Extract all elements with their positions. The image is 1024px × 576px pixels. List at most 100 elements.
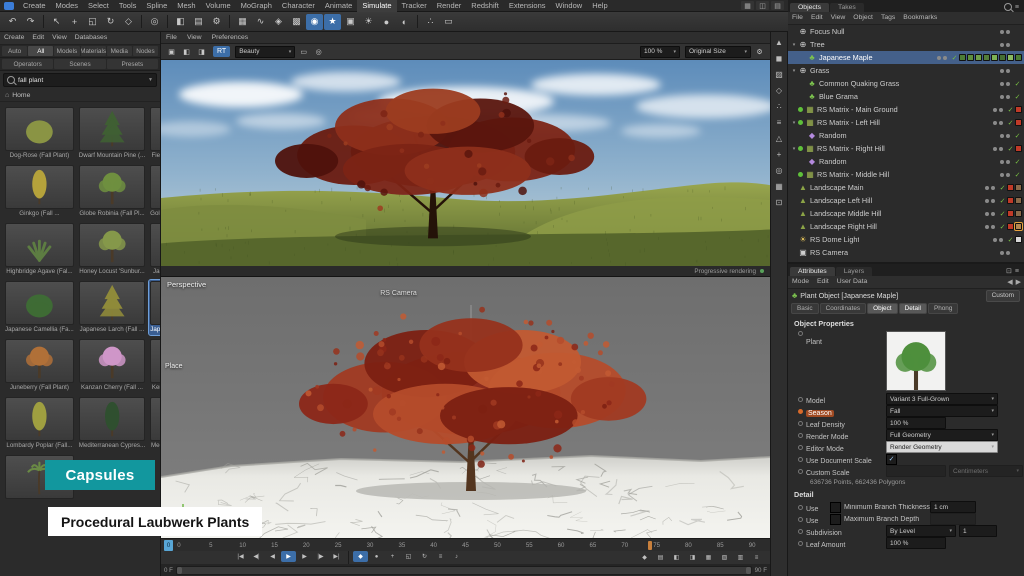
plant-item-japanese-camellia-fa[interactable]: Japanese Camellia (Fa... xyxy=(4,280,75,335)
polygons-mode-icon[interactable]: △ xyxy=(772,131,787,145)
search-input[interactable]: fall plant xyxy=(18,77,145,84)
visibility-dots[interactable] xyxy=(1000,82,1010,86)
editor-visibility-dot[interactable] xyxy=(993,121,997,125)
range-slider[interactable] xyxy=(176,566,752,575)
plant-item-golden-weeping-willo[interactable]: Golden Weeping Willo... xyxy=(149,164,160,219)
enable-check[interactable]: ✓ xyxy=(1013,93,1022,101)
renderview-menu-view[interactable]: View xyxy=(182,32,207,44)
next-key-icon[interactable]: |▶ xyxy=(313,551,328,562)
render-visibility-dot[interactable] xyxy=(999,121,1003,125)
editor-visibility-dot[interactable] xyxy=(1000,43,1004,47)
scale-icon[interactable]: ◱ xyxy=(84,14,101,30)
enable-check[interactable]: ✓ xyxy=(998,223,1007,231)
param-dot[interactable] xyxy=(798,505,803,510)
editor-visibility-dot[interactable] xyxy=(1000,69,1004,73)
param-number[interactable]: 1 xyxy=(959,525,997,537)
expander-icon[interactable]: ▾ xyxy=(790,120,798,126)
param-number[interactable]: 100 % xyxy=(886,417,946,429)
material-icon[interactable]: ● xyxy=(378,14,395,30)
region-render-icon[interactable]: ▭ xyxy=(297,46,310,58)
options-menu-icon[interactable]: ≡ xyxy=(749,552,764,563)
material-tag[interactable] xyxy=(1007,223,1014,230)
range-end-marker[interactable] xyxy=(648,541,652,550)
plant-item-highbridge-agave-fal[interactable]: Highbridge Agave (Fal... xyxy=(4,222,75,277)
render-view-icon[interactable]: ◧ xyxy=(172,14,189,30)
enable-check[interactable]: ✓ xyxy=(1013,80,1022,88)
enable-check[interactable]: ✓ xyxy=(998,197,1007,205)
viewport-label[interactable]: Perspective xyxy=(167,280,206,289)
preview-range-bar[interactable]: 0 F 90 F xyxy=(161,564,770,576)
section-tab-basic[interactable]: Basic xyxy=(791,303,819,314)
volume-icon[interactable]: ▩ xyxy=(288,14,305,30)
safe-frames-icon[interactable]: ▥ xyxy=(733,552,748,563)
objects-menu-edit[interactable]: Edit xyxy=(807,12,827,24)
render-visibility-dot[interactable] xyxy=(991,199,995,203)
key-record-icon[interactable]: ◆ xyxy=(353,551,368,562)
render-visibility-dot[interactable] xyxy=(1006,82,1010,86)
visibility-dots[interactable] xyxy=(993,121,1003,125)
render-visibility-dot[interactable] xyxy=(991,225,995,229)
goto-end-icon[interactable]: ▶| xyxy=(329,551,344,562)
menubar-item-volume[interactable]: Volume xyxy=(201,0,236,12)
plant-item-globe-robinia-fall-pl[interactable]: Globe Robinia (Fall Pl... xyxy=(78,164,146,219)
render-visibility-dot[interactable] xyxy=(1006,69,1010,73)
model-mode-icon[interactable]: ◼ xyxy=(772,51,787,65)
goto-start-icon[interactable]: |◀ xyxy=(233,551,248,562)
enable-check[interactable]: ✓ xyxy=(1006,236,1015,244)
autokey-icon[interactable]: ● xyxy=(369,551,384,562)
editor-visibility-dot[interactable] xyxy=(1000,134,1004,138)
editor-visibility-dot[interactable] xyxy=(985,212,989,216)
simulate-icon[interactable]: ★ xyxy=(324,14,341,30)
history-back-icon[interactable]: ◀ xyxy=(1007,278,1012,286)
render-visibility-dot[interactable] xyxy=(1006,251,1010,255)
layout-split-icon[interactable]: ◫ xyxy=(756,1,769,10)
param-unit-dropdown[interactable]: Centimeters xyxy=(949,465,1023,477)
timeline-ruler[interactable]: 0 051015202530354045505560657075808590 xyxy=(161,538,770,551)
fields-icon[interactable]: ◉ xyxy=(306,14,323,30)
visibility-dots[interactable] xyxy=(993,108,1003,112)
object-row-japanese-maple[interactable]: ♣Japanese Maple✓ xyxy=(788,51,1024,64)
enabled-dot[interactable] xyxy=(798,172,803,177)
menubar-item-mograph[interactable]: MoGraph xyxy=(236,0,277,12)
render-visibility-dot[interactable] xyxy=(1006,173,1010,177)
camera-icon[interactable]: ▣ xyxy=(342,14,359,30)
last-tool-icon[interactable]: ◇ xyxy=(120,14,137,30)
objects-menu-bookmarks[interactable]: Bookmarks xyxy=(899,12,941,24)
compare-icon[interactable]: ◨ xyxy=(685,552,700,563)
record-parameters-icon[interactable]: ≡ xyxy=(433,551,448,562)
enable-check[interactable]: ✓ xyxy=(1013,158,1022,166)
plant-item-kentia-palm-fall-pla[interactable]: Kentia Palm (Fall Pla... xyxy=(149,338,160,393)
hud-toggle-icon[interactable]: ▤ xyxy=(653,552,668,563)
object-row-landscape-middle-hill[interactable]: ▲Landscape Middle Hill✓ xyxy=(788,207,1024,220)
save-image-icon[interactable]: ▣ xyxy=(165,46,178,58)
object-row-rs-dome-light[interactable]: ☀RS Dome Light✓ xyxy=(788,233,1024,246)
objects-menu-tags[interactable]: Tags xyxy=(877,12,899,24)
material-tag[interactable] xyxy=(1015,54,1022,61)
environment-icon[interactable]: ◐ xyxy=(396,14,413,30)
compare-ab-icon[interactable]: ◨ xyxy=(195,46,208,58)
next-frame-icon[interactable]: ▶ xyxy=(297,551,312,562)
render-visibility-dot[interactable] xyxy=(999,238,1003,242)
object-row-landscape-right-hill[interactable]: ▲Landscape Right Hill✓ xyxy=(788,220,1024,233)
visibility-dots[interactable] xyxy=(993,238,1003,242)
section-tab-coordinates[interactable]: Coordinates xyxy=(820,303,866,314)
visibility-dots[interactable] xyxy=(937,56,947,60)
section-tab-phong[interactable]: Phong xyxy=(928,303,958,314)
snapshot-icon[interactable]: ◧ xyxy=(180,46,193,58)
visibility-dots[interactable] xyxy=(1000,134,1010,138)
attr-menu-user-data[interactable]: User Data xyxy=(833,276,872,288)
tab-takes[interactable]: Takes xyxy=(830,3,864,12)
param-dot[interactable] xyxy=(798,457,803,462)
objects-menu-object[interactable]: Object xyxy=(849,12,877,24)
workplane-icon[interactable]: ▭ xyxy=(440,14,457,30)
param-number[interactable] xyxy=(886,465,946,477)
param-dot[interactable] xyxy=(798,409,803,414)
material-tag[interactable] xyxy=(1015,210,1022,217)
render-visibility-dot[interactable] xyxy=(1006,160,1010,164)
plant-item-dog-rose-fall-plant[interactable]: Dog-Rose (Fall Plant) xyxy=(4,106,75,161)
move-icon[interactable]: + xyxy=(66,14,83,30)
coordinate-system-icon[interactable]: ◎ xyxy=(146,14,163,30)
render-visibility-dot[interactable] xyxy=(999,147,1003,151)
param-dot[interactable] xyxy=(798,397,803,402)
asset-tab-media[interactable]: Media xyxy=(107,46,132,56)
